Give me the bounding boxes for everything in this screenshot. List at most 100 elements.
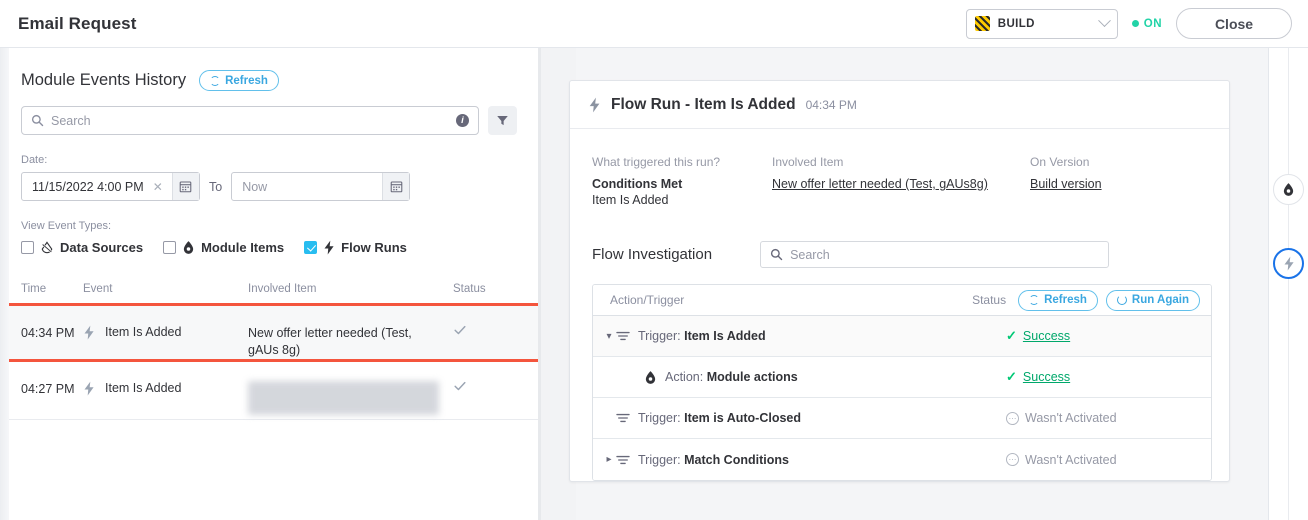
chevron-down-icon[interactable]: ▾ — [602, 331, 616, 342]
date-filter-row: 11/15/2022 4:00 PM ✕ To Now — [9, 166, 538, 201]
build-select-label: BUILD — [998, 18, 1035, 30]
date-to-placeholder: Now — [242, 180, 267, 194]
rail-module-button[interactable] — [1273, 174, 1304, 205]
event-type-flow-runs[interactable]: Flow Runs — [304, 240, 407, 255]
flow-row-status-label[interactable]: Success — [1023, 370, 1070, 384]
flow-row-status-label[interactable]: Success — [1023, 329, 1070, 343]
meta-involved-item: Involved Item New offer letter needed (T… — [772, 155, 1030, 207]
row-event: Item Is Added — [83, 306, 248, 341]
event-type-module-items[interactable]: Module Items — [163, 240, 284, 255]
row-involved-item: New offer letter needed (Test, gAUs 8g) — [248, 362, 453, 415]
column-header-event: Event — [83, 283, 248, 295]
row-event-label: Item Is Added — [105, 324, 181, 341]
flow-row-kind: Trigger: — [638, 453, 681, 467]
info-icon[interactable]: i — [456, 114, 469, 127]
search-icon — [31, 114, 44, 127]
check-icon: ✓ — [1006, 328, 1017, 344]
check-icon — [453, 379, 467, 393]
run-again-button[interactable]: Run Again — [1106, 290, 1200, 311]
checkbox-flow-runs[interactable] — [304, 241, 317, 254]
meta-version-label: On Version — [1030, 155, 1102, 169]
module-item-icon — [1282, 182, 1295, 197]
event-type-label-flow-runs: Flow Runs — [341, 240, 407, 255]
lightning-icon — [588, 97, 601, 113]
flow-row-status: ⋯ Wasn't Activated — [1006, 411, 1211, 425]
row-status — [453, 362, 513, 398]
flow-table-row[interactable]: ▾ Trigger: Item Is Added ✓ Success — [593, 316, 1211, 357]
calendar-icon-to[interactable] — [382, 173, 409, 200]
checkbox-data-sources[interactable] — [21, 241, 34, 254]
flow-table-row[interactable]: Trigger: Item is Auto-Closed ⋯ Wasn't Ac… — [593, 398, 1211, 439]
clear-icon[interactable]: ✕ — [147, 180, 169, 194]
lightning-icon — [83, 381, 95, 396]
meta-version-link[interactable]: Build version — [1030, 177, 1102, 191]
flow-investigation-header: Flow Investigation Search — [570, 207, 1229, 268]
module-events-refresh-button[interactable]: Refresh — [199, 70, 279, 91]
flow-run-card-header: Flow Run - Item Is Added 04:34 PM — [570, 81, 1229, 129]
flow-row-name: Item is Auto-Closed — [684, 411, 801, 425]
flow-table-row[interactable]: Action: Module actions ✓ Success — [593, 357, 1211, 398]
status-badge: ON — [1132, 18, 1162, 30]
build-version-select[interactable]: BUILD — [966, 9, 1118, 39]
column-header-action-trigger: Action/Trigger — [610, 293, 684, 307]
flow-row-label: Trigger: Item is Auto-Closed — [638, 411, 801, 425]
date-to-input[interactable]: Now — [231, 172, 410, 201]
funnel-icon — [496, 114, 509, 127]
meta-trigger-value: Conditions Met — [592, 177, 772, 191]
chevron-down-icon — [1098, 14, 1111, 27]
flow-row-status-label: Wasn't Activated — [1025, 411, 1117, 425]
flow-row-status: ⋯ Wasn't Activated — [1006, 453, 1211, 467]
checkbox-module-items[interactable] — [163, 241, 176, 254]
event-type-data-sources[interactable]: Data Sources — [21, 240, 143, 255]
flow-row-kind: Action: — [665, 370, 703, 384]
inactive-icon: ⋯ — [1006, 412, 1019, 425]
module-events-panel: Module Events History Refresh Search i — [9, 48, 538, 520]
flow-investigation-search[interactable]: Search — [760, 241, 1109, 268]
inactive-icon: ⋯ — [1006, 453, 1019, 466]
event-types-row: Data Sources Module Items Flow Runs — [9, 232, 538, 255]
module-item-icon — [644, 370, 657, 385]
run-again-label: Run Again — [1132, 294, 1189, 306]
table-row[interactable]: 04:27 PM Item Is Added New offer letter … — [9, 362, 538, 420]
flow-table-header: Action/Trigger Status Refresh Run Again — [593, 285, 1211, 316]
close-button[interactable]: Close — [1176, 8, 1292, 39]
flow-row-name: Item Is Added — [684, 329, 766, 343]
flow-table-row[interactable]: ▸ Trigger: Match Conditions ⋯ Wasn't Act… — [593, 439, 1211, 480]
meta-trigger-sub: Item Is Added — [592, 193, 772, 207]
flow-run-time: 04:34 PM — [806, 98, 857, 112]
trigger-icon — [616, 330, 630, 342]
check-icon: ✓ — [1006, 369, 1017, 385]
rail-connector-line — [1288, 48, 1289, 520]
top-bar-controls: BUILD ON Close — [966, 8, 1308, 39]
lightning-icon — [323, 240, 335, 255]
rail-flow-button[interactable] — [1273, 248, 1304, 279]
refresh-icon — [1029, 295, 1039, 305]
calendar-icon-from[interactable] — [172, 173, 199, 200]
flow-refresh-label: Refresh — [1044, 294, 1087, 306]
table-row[interactable]: 04:34 PM Item Is Added New offer letter … — [9, 303, 538, 362]
data-source-icon — [40, 241, 54, 255]
flow-run-title: Flow Run - Item Is Added — [611, 96, 796, 114]
events-search-box[interactable]: Search i — [21, 106, 479, 135]
flow-row-kind: Trigger: — [638, 411, 681, 425]
meta-item-link[interactable]: New offer letter needed (Test, gAUs8g) — [772, 177, 1030, 191]
check-icon — [453, 323, 467, 337]
column-header-involved-item: Involved Item — [248, 283, 453, 295]
flow-investigation-table: Action/Trigger Status Refresh Run Again — [592, 284, 1212, 481]
flow-row-name: Module actions — [707, 370, 798, 384]
events-filter-button[interactable] — [488, 106, 517, 135]
module-events-title: Module Events History — [21, 71, 186, 90]
flow-investigation-title: Flow Investigation — [592, 246, 712, 263]
flow-run-panel: Flow Run - Item Is Added 04:34 PM What t… — [576, 48, 1268, 520]
flow-run-meta: What triggered this run? Conditions Met … — [570, 129, 1229, 207]
date-from-input[interactable]: 11/15/2022 4:00 PM ✕ — [21, 172, 200, 201]
stripes-icon — [975, 16, 990, 31]
flow-row-kind: Trigger: — [638, 329, 681, 343]
event-type-label-module-items: Module Items — [201, 240, 284, 255]
lightning-icon — [83, 325, 95, 340]
chevron-right-icon[interactable]: ▸ — [602, 454, 616, 465]
flow-refresh-button[interactable]: Refresh — [1018, 290, 1098, 311]
flow-row-label: Action: Module actions — [665, 370, 798, 384]
column-header-status: Status — [453, 283, 513, 295]
event-types-label: View Event Types: — [9, 201, 538, 232]
